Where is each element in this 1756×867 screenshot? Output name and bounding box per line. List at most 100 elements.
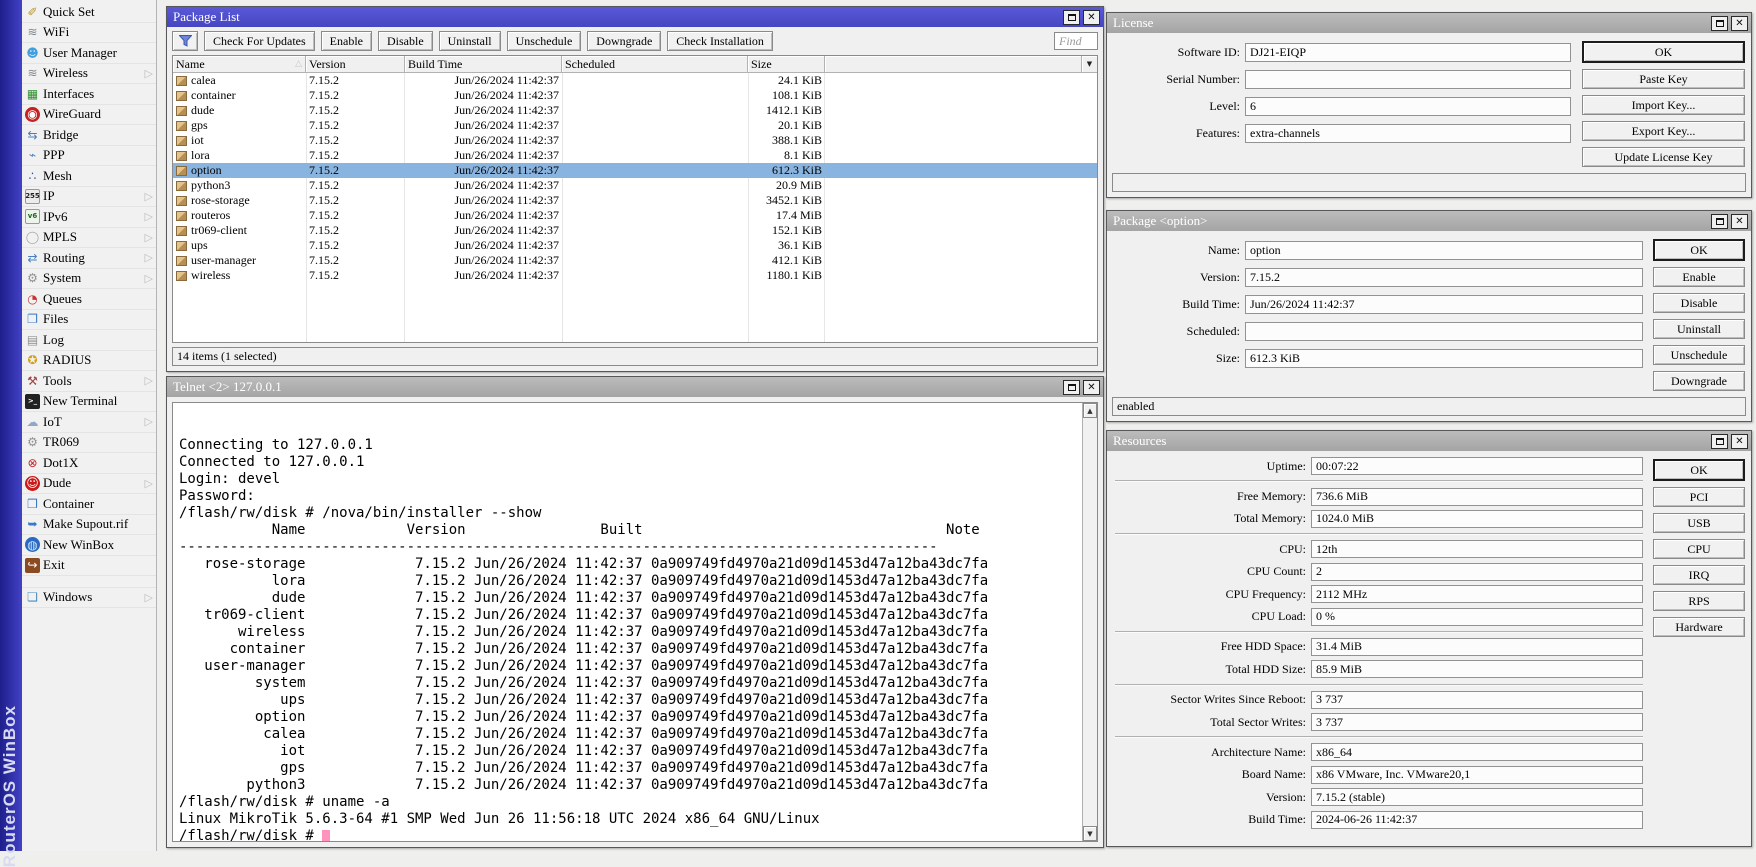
usb-button[interactable]: USB bbox=[1653, 513, 1745, 533]
close-button[interactable]: ✕ bbox=[1731, 434, 1748, 449]
sidebar-item-dot1x[interactable]: ⊗Dot1X bbox=[22, 453, 156, 474]
field-value[interactable]: extra-channels bbox=[1245, 124, 1571, 143]
field-value[interactable]: 2112 MHz bbox=[1311, 585, 1643, 603]
sidebar-item-windows[interactable]: ❏Windows▷ bbox=[22, 587, 156, 608]
package-list-titlebar[interactable]: Package List ✕ bbox=[167, 7, 1103, 27]
terminal-output[interactable]: Connecting to 127.0.0.1Connected to 127.… bbox=[173, 403, 1082, 841]
field-value[interactable]: DJ21-EIQP bbox=[1245, 43, 1571, 62]
close-button[interactable]: ✕ bbox=[1083, 10, 1100, 25]
enable-button[interactable]: Enable bbox=[321, 31, 372, 51]
downgrade-button[interactable]: Downgrade bbox=[587, 31, 661, 51]
ok-button[interactable]: OK bbox=[1582, 41, 1745, 63]
scroll-up-icon[interactable]: ▲ bbox=[1083, 403, 1097, 418]
sidebar-item-bridge[interactable]: ⇆Bridge bbox=[22, 125, 156, 146]
close-button[interactable]: ✕ bbox=[1731, 214, 1748, 229]
field-value[interactable]: 00:07:22 bbox=[1311, 457, 1643, 475]
field-value[interactable]: 736.6 MiB bbox=[1311, 488, 1643, 506]
column-select-button[interactable]: ▼ bbox=[1082, 56, 1097, 73]
maximize-button[interactable] bbox=[1063, 380, 1080, 395]
field-value[interactable]: Jun/26/2024 11:42:37 bbox=[1245, 295, 1643, 314]
column-header-build-time[interactable]: Build Time bbox=[405, 56, 562, 73]
sidebar-item-queues[interactable]: ◔Queues bbox=[22, 289, 156, 310]
table-row[interactable]: ups7.15.2Jun/26/2024 11:42:3736.1 KiB bbox=[173, 238, 1097, 253]
table-row[interactable]: calea7.15.2Jun/26/2024 11:42:3724.1 KiB bbox=[173, 73, 1097, 88]
terminal-area[interactable]: Connecting to 127.0.0.1Connected to 127.… bbox=[172, 402, 1098, 842]
package-option-titlebar[interactable]: Package <option> ✕ bbox=[1107, 211, 1751, 231]
pci-button[interactable]: PCI bbox=[1653, 487, 1745, 507]
column-header-name[interactable]: Name△ bbox=[173, 56, 306, 73]
sidebar-item-tr069[interactable]: ⚙TR069 bbox=[22, 433, 156, 454]
close-button[interactable]: ✕ bbox=[1083, 380, 1100, 395]
field-value[interactable]: 3 737 bbox=[1311, 713, 1643, 731]
table-row[interactable]: rose-storage7.15.2Jun/26/2024 11:42:3734… bbox=[173, 193, 1097, 208]
table-row[interactable]: gps7.15.2Jun/26/2024 11:42:3720.1 KiB bbox=[173, 118, 1097, 133]
sidebar-item-radius[interactable]: ✪RADIUS bbox=[22, 351, 156, 372]
check-for-updates-button[interactable]: Check For Updates bbox=[204, 31, 315, 51]
field-value[interactable]: 0 % bbox=[1311, 608, 1643, 626]
table-row[interactable]: iot7.15.2Jun/26/2024 11:42:37388.1 KiB bbox=[173, 133, 1097, 148]
field-value[interactable]: 12th bbox=[1311, 540, 1643, 558]
field-value[interactable]: x86 VMware, Inc. VMware20,1 bbox=[1311, 766, 1643, 784]
import-key-button[interactable]: Import Key... bbox=[1582, 95, 1745, 115]
sidebar-item-log[interactable]: ▤Log bbox=[22, 330, 156, 351]
sidebar-item-make-supout-rif[interactable]: ➥Make Supout.rif bbox=[22, 515, 156, 536]
enable-button[interactable]: Enable bbox=[1653, 267, 1745, 287]
sidebar-item-files[interactable]: ❐Files bbox=[22, 310, 156, 331]
table-row[interactable]: python37.15.2Jun/26/2024 11:42:3720.9 Mi… bbox=[173, 178, 1097, 193]
unschedule-button[interactable]: Unschedule bbox=[1653, 345, 1745, 365]
sidebar-item-routing[interactable]: ⇄Routing▷ bbox=[22, 248, 156, 269]
field-value[interactable]: 3 737 bbox=[1311, 691, 1643, 709]
hardware-button[interactable]: Hardware bbox=[1653, 617, 1745, 637]
sidebar-item-quick-set[interactable]: ✐Quick Set bbox=[22, 2, 156, 23]
resources-titlebar[interactable]: Resources ✕ bbox=[1107, 431, 1751, 451]
table-row[interactable]: user-manager7.15.2Jun/26/2024 11:42:3741… bbox=[173, 253, 1097, 268]
sidebar-item-new-winbox[interactable]: ◍New WinBox bbox=[22, 535, 156, 556]
table-row[interactable]: dude7.15.2Jun/26/2024 11:42:371412.1 KiB bbox=[173, 103, 1097, 118]
field-value[interactable]: 7.15.2 bbox=[1245, 268, 1643, 287]
field-value[interactable] bbox=[1245, 70, 1571, 89]
close-button[interactable]: ✕ bbox=[1731, 16, 1748, 31]
table-row[interactable]: lora7.15.2Jun/26/2024 11:42:378.1 KiB bbox=[173, 148, 1097, 163]
field-value[interactable]: 6 bbox=[1245, 97, 1571, 116]
field-value[interactable]: 85.9 MiB bbox=[1311, 660, 1643, 678]
sidebar-item-interfaces[interactable]: ▦Interfaces bbox=[22, 84, 156, 105]
field-value[interactable]: 2 bbox=[1311, 563, 1643, 581]
field-value[interactable]: 2024-06-26 11:42:37 bbox=[1311, 811, 1643, 829]
field-value[interactable]: option bbox=[1245, 241, 1643, 260]
sidebar-item-new-terminal[interactable]: >_New Terminal bbox=[22, 392, 156, 413]
sidebar-item-mesh[interactable]: ∴Mesh bbox=[22, 166, 156, 187]
sidebar-item-user-manager[interactable]: ☻User Manager bbox=[22, 43, 156, 64]
rps-button[interactable]: RPS bbox=[1653, 591, 1745, 611]
export-key-button[interactable]: Export Key... bbox=[1582, 121, 1745, 141]
sidebar-item-ipv6[interactable]: v6IPv6▷ bbox=[22, 207, 156, 228]
telnet-titlebar[interactable]: Telnet <2> 127.0.0.1 ✕ bbox=[167, 377, 1103, 397]
cpu-button[interactable]: CPU bbox=[1653, 539, 1745, 559]
column-header-scheduled[interactable]: Scheduled bbox=[562, 56, 748, 73]
ok-button[interactable]: OK bbox=[1653, 459, 1745, 481]
sidebar-item-mpls[interactable]: ◯MPLS▷ bbox=[22, 228, 156, 249]
license-titlebar[interactable]: License ✕ bbox=[1107, 13, 1751, 33]
sidebar-item-ip[interactable]: 255IP▷ bbox=[22, 187, 156, 208]
uninstall-button[interactable]: Uninstall bbox=[439, 31, 501, 51]
sidebar-item-exit[interactable]: ↪Exit bbox=[22, 556, 156, 577]
table-row[interactable]: routeros7.15.2Jun/26/2024 11:42:3717.4 M… bbox=[173, 208, 1097, 223]
maximize-button[interactable] bbox=[1711, 434, 1728, 449]
ok-button[interactable]: OK bbox=[1653, 239, 1745, 261]
sidebar-item-wireless[interactable]: ≋Wireless▷ bbox=[22, 64, 156, 85]
sidebar-item-ppp[interactable]: ⌁PPP bbox=[22, 146, 156, 167]
maximize-button[interactable] bbox=[1711, 16, 1728, 31]
table-row[interactable]: tr069-client7.15.2Jun/26/2024 11:42:3715… bbox=[173, 223, 1097, 238]
column-header-size[interactable]: Size bbox=[748, 56, 825, 73]
sidebar-item-wifi[interactable]: ≋WiFi bbox=[22, 23, 156, 44]
table-row[interactable]: option7.15.2Jun/26/2024 11:42:37612.3 Ki… bbox=[173, 163, 1097, 178]
sidebar-item-container[interactable]: ❒Container bbox=[22, 494, 156, 515]
terminal-scrollbar[interactable]: ▲ ▼ bbox=[1082, 403, 1097, 841]
maximize-button[interactable] bbox=[1063, 10, 1080, 25]
scroll-down-icon[interactable]: ▼ bbox=[1083, 826, 1097, 841]
paste-key-button[interactable]: Paste Key bbox=[1582, 69, 1745, 89]
check-installation-button[interactable]: Check Installation bbox=[667, 31, 773, 51]
find-input[interactable] bbox=[1054, 32, 1098, 50]
field-value[interactable] bbox=[1245, 322, 1643, 341]
sidebar-item-dude[interactable]: ☺Dude▷ bbox=[22, 474, 156, 495]
irq-button[interactable]: IRQ bbox=[1653, 565, 1745, 585]
